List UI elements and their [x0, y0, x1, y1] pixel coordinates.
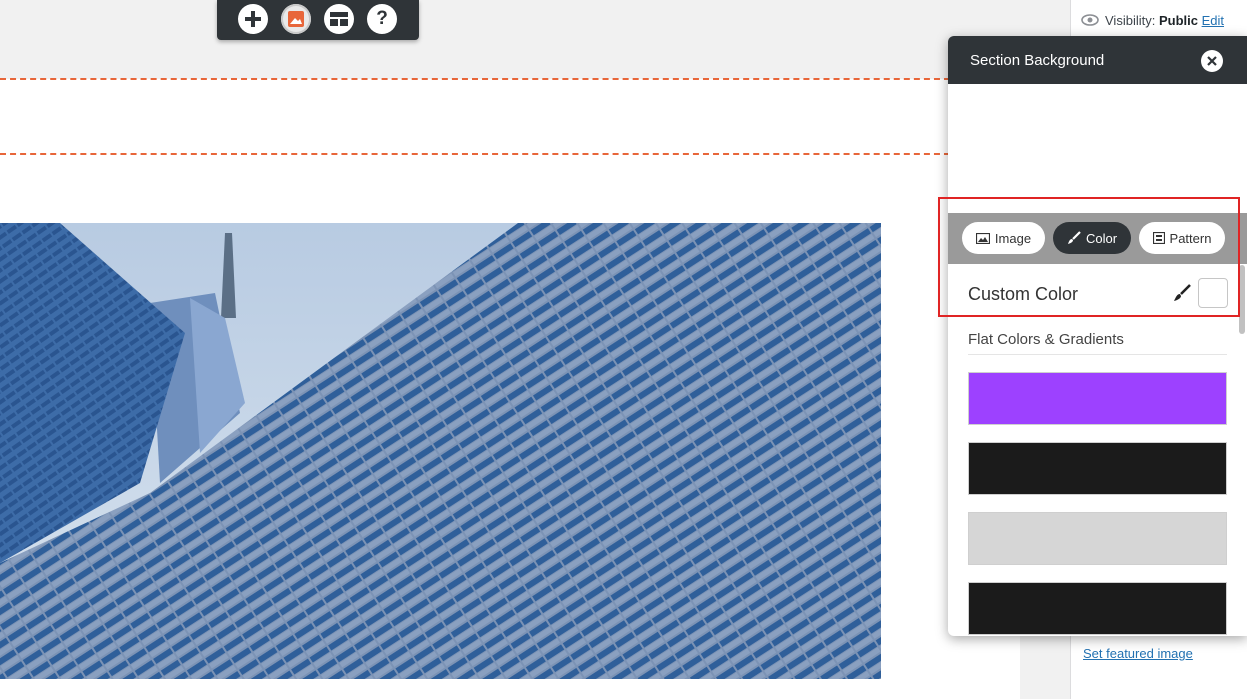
visibility-row: Visibility: Public Edit: [1081, 13, 1224, 29]
image-icon: [975, 232, 990, 244]
tab-color-label: Color: [1085, 230, 1118, 246]
section-top-area: [0, 0, 1020, 79]
editor-canvas: ?: [0, 0, 1020, 699]
section-background-panel: Section Background Image Color Pattern C…: [948, 36, 1247, 636]
color-swatch[interactable]: [968, 442, 1227, 495]
section-background-button[interactable]: [281, 4, 311, 34]
brush-icon: [1067, 231, 1081, 244]
visibility-label: Visibility:: [1105, 13, 1156, 28]
close-icon: [1207, 56, 1217, 66]
section-layout-button[interactable]: [324, 4, 354, 34]
color-picker-button[interactable]: [1173, 284, 1191, 307]
color-swatch[interactable]: [968, 372, 1227, 425]
section-toolbar: ?: [217, 0, 419, 40]
tab-image-label: Image: [994, 230, 1032, 246]
help-button[interactable]: ?: [367, 4, 397, 34]
background-type-tabs: Image Color Pattern: [948, 213, 1247, 264]
section-boundary-bottom: [0, 153, 950, 155]
flat-colors-heading: Flat Colors & Gradients: [968, 331, 1124, 348]
custom-color-label: Custom Color: [968, 284, 1079, 304]
color-swatch[interactable]: [968, 512, 1227, 565]
tab-color[interactable]: Color: [1053, 222, 1131, 254]
panel-scrollbar[interactable]: [1239, 265, 1245, 334]
panel-header: Section Background: [948, 36, 1247, 84]
paintbrush-icon: [1174, 284, 1191, 301]
tab-image[interactable]: Image: [962, 222, 1045, 254]
close-button[interactable]: [1201, 50, 1223, 72]
custom-color-swatch[interactable]: [1198, 278, 1228, 308]
help-icon: ?: [376, 8, 388, 29]
eye-icon: [1081, 14, 1099, 29]
custom-color-row: Custom Color: [948, 264, 1247, 322]
visibility-edit-link[interactable]: Edit: [1202, 13, 1224, 28]
divider: [968, 354, 1227, 355]
plus-icon: [245, 11, 261, 27]
color-swatch[interactable]: [968, 582, 1227, 635]
section-boundary-top: [0, 78, 950, 80]
pattern-icon: [1152, 232, 1165, 244]
visibility-value: Public: [1158, 13, 1198, 28]
tab-pattern-label: Pattern: [1169, 230, 1212, 246]
set-featured-image-link[interactable]: Set featured image: [1083, 646, 1193, 661]
tab-pattern[interactable]: Pattern: [1139, 222, 1225, 254]
add-section-button[interactable]: [238, 4, 268, 34]
panel-title: Section Background: [970, 52, 1105, 69]
background-image-icon: [288, 11, 304, 27]
building-photo[interactable]: [0, 223, 881, 679]
layout-icon: [330, 12, 348, 26]
